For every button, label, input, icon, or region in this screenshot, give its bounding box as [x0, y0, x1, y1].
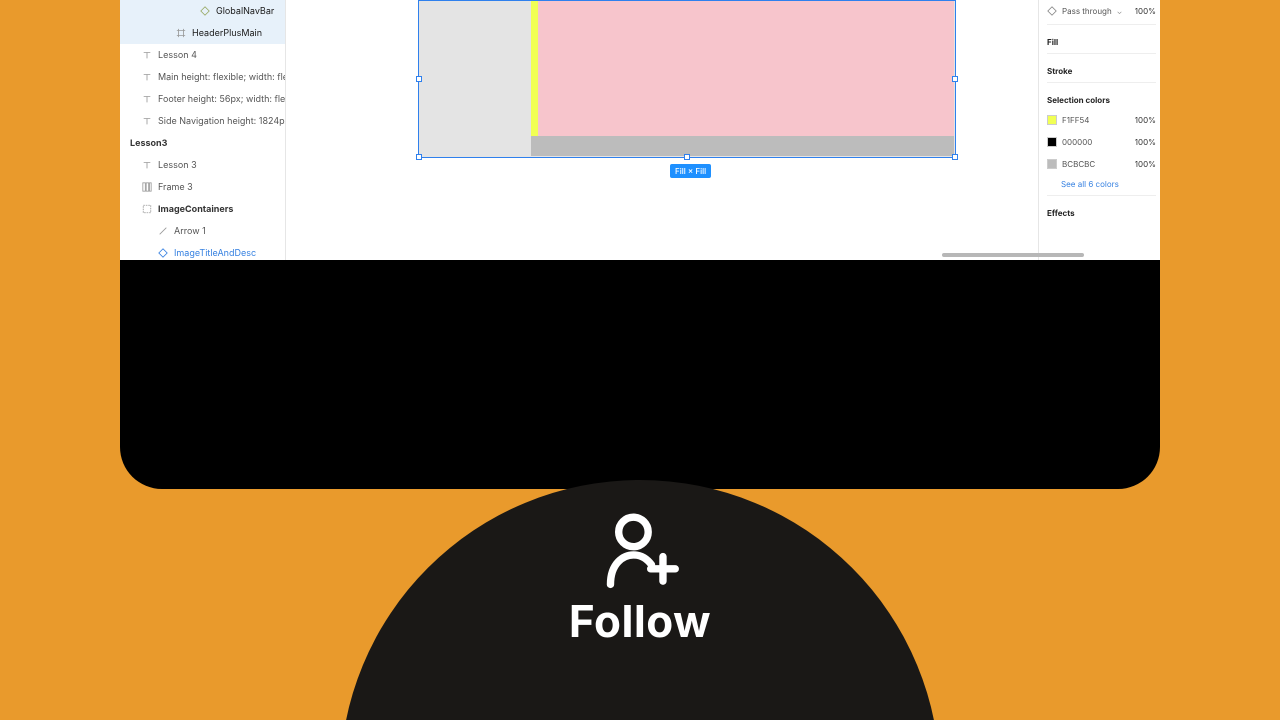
add-user-icon — [599, 508, 681, 592]
color-hex: BCBCBC — [1062, 159, 1095, 169]
layer-label: Footer height: 56px; width: flexible — [158, 94, 285, 105]
inspector-panel: Pass through ⌄ 100% Fill Stroke Selectio… — [1038, 0, 1160, 260]
device-card: GlobalNavBar HeaderPlusMain Lesson 4 Main h… — [120, 0, 1160, 489]
layer-icon — [1047, 6, 1057, 16]
selection-colors-label: Selection colors — [1047, 89, 1156, 109]
resize-handle[interactable] — [952, 76, 958, 82]
text-icon — [142, 50, 152, 60]
text-icon — [142, 94, 152, 104]
follow-text: Follow — [569, 594, 711, 648]
side-nav-preview — [531, 1, 538, 136]
canvas[interactable]: Fill × Fill — [286, 0, 1038, 260]
resize-handle[interactable] — [952, 154, 958, 160]
layer-label: HeaderPlusMain — [192, 28, 262, 39]
layer-row[interactable]: HeaderPlusMain — [120, 22, 285, 44]
resize-handle[interactable] — [416, 76, 422, 82]
frame-icon — [176, 28, 186, 38]
color-hex: 000000 — [1062, 137, 1092, 147]
selection-color-row[interactable]: 000000 100% — [1047, 131, 1156, 153]
opacity-value[interactable]: 100% — [1135, 6, 1156, 16]
layer-label: Side Navigation height: 1824px; width: 3… — [158, 116, 285, 127]
color-pct: 100% — [1135, 137, 1156, 147]
grid-icon — [142, 182, 152, 192]
layer-row[interactable]: ImageContainers — [120, 198, 285, 220]
layer-label: Lesson3 — [130, 138, 167, 149]
component-icon — [200, 6, 210, 16]
layer-label: ImageContainers — [158, 204, 233, 215]
footer-preview — [531, 136, 954, 156]
selection-color-row[interactable]: F1FF54 100% — [1047, 109, 1156, 131]
fill-section-label[interactable]: Fill — [1047, 31, 1156, 51]
layers-panel: GlobalNavBar HeaderPlusMain Lesson 4 Main h… — [120, 0, 286, 260]
text-icon — [142, 116, 152, 126]
layer-row[interactable]: Main height: flexible; width: flexible — [120, 66, 285, 88]
see-all-colors-link[interactable]: See all 6 colors — [1047, 175, 1156, 193]
group-icon — [142, 204, 152, 214]
color-swatch[interactable] — [1047, 115, 1057, 125]
blend-mode-row[interactable]: Pass through ⌄ 100% — [1047, 0, 1156, 22]
text-icon — [142, 72, 152, 82]
size-badge: Fill × Fill — [670, 164, 711, 178]
layer-row[interactable]: Frame 3 — [120, 176, 285, 198]
layer-row[interactable]: Side Navigation height: 1824px; width: 3… — [120, 110, 285, 132]
layer-row[interactable]: Lesson 4 — [120, 44, 285, 66]
design-app: GlobalNavBar HeaderPlusMain Lesson 4 Main h… — [120, 0, 1160, 260]
color-pct: 100% — [1135, 159, 1156, 169]
text-icon — [142, 160, 152, 170]
layer-row[interactable]: Lesson3 — [120, 132, 285, 154]
layer-row[interactable]: Footer height: 56px; width: flexible — [120, 88, 285, 110]
color-swatch[interactable] — [1047, 159, 1057, 169]
resize-handle[interactable] — [416, 154, 422, 160]
layer-label: Lesson 4 — [158, 50, 197, 61]
blend-mode-label: Pass through — [1062, 6, 1112, 16]
comp2-icon — [158, 248, 168, 258]
main-preview — [538, 1, 954, 136]
color-pct: 100% — [1135, 115, 1156, 125]
effects-section-label[interactable]: Effects — [1047, 202, 1156, 222]
layer-label: GlobalNavBar — [216, 6, 274, 17]
resize-handle[interactable] — [684, 154, 690, 160]
layer-row[interactable]: Arrow 1 — [120, 220, 285, 242]
chevron-down-icon: ⌄ — [1117, 7, 1122, 16]
selected-frame[interactable] — [418, 0, 956, 158]
color-swatch[interactable] — [1047, 137, 1057, 147]
layer-label: Lesson 3 — [158, 160, 197, 171]
layer-row[interactable]: GlobalNavBar — [120, 0, 285, 22]
layer-label: Main height: flexible; width: flexible — [158, 72, 285, 83]
layer-label: Frame 3 — [158, 182, 193, 193]
follow-cta[interactable]: Follow — [340, 480, 940, 720]
layer-label: ImageTitleAndDesc — [174, 248, 256, 259]
horizontal-scrollbar[interactable] — [942, 253, 1084, 257]
color-hex: F1FF54 — [1062, 115, 1089, 125]
stroke-section-label[interactable]: Stroke — [1047, 60, 1156, 80]
layer-row[interactable]: ImageTitleAndDesc — [120, 242, 285, 260]
line-icon — [158, 226, 168, 236]
layer-label: Arrow 1 — [174, 226, 206, 237]
layer-row[interactable]: Lesson 3 — [120, 154, 285, 176]
selection-color-row[interactable]: BCBCBC 100% — [1047, 153, 1156, 175]
